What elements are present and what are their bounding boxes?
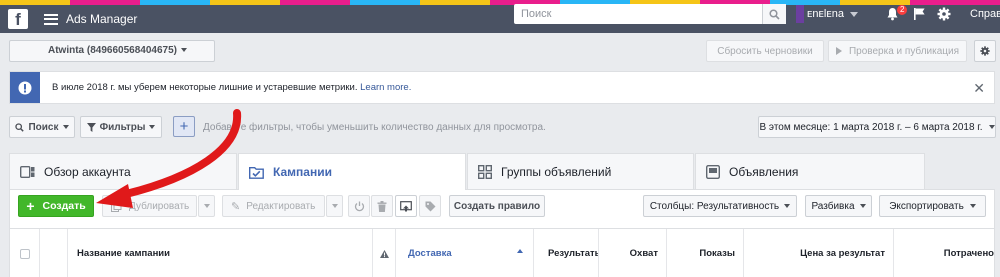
column-warnings[interactable] (373, 229, 396, 277)
review-publish-label: Проверка и публикация (848, 45, 960, 57)
delete-button[interactable] (371, 195, 393, 217)
settings-button[interactable] (974, 40, 996, 62)
avatar (796, 5, 804, 23)
select-all-checkbox[interactable] (19, 248, 30, 259)
ad-icon (706, 164, 720, 179)
edit-dropdown[interactable] (326, 195, 343, 217)
tab-label: Объявления (729, 164, 799, 179)
tab-label: Обзор аккаунта (44, 164, 131, 179)
help-link[interactable]: Справ (970, 8, 1000, 20)
pencil-icon: ✎ (231, 200, 241, 213)
filters-label: Фильтры (99, 121, 146, 133)
tab-label: Группы объявлений (501, 164, 612, 179)
search-filter-button[interactable]: Поиск (9, 116, 75, 138)
duplicate-button[interactable]: Дублировать (102, 195, 197, 217)
breakdown-label: Разбивка (811, 200, 855, 212)
grid-icon (478, 164, 492, 179)
column-results[interactable]: Результаты (534, 229, 599, 277)
tab-label: Кампании (273, 165, 332, 179)
edit-label: Редактировать (246, 200, 316, 212)
account-selector[interactable]: Atwinta (849660568404675) (9, 40, 215, 62)
export-button[interactable]: Экспортировать (879, 195, 986, 217)
column-delivery-label: Доставка (408, 248, 452, 259)
filters-button[interactable]: Фильтры (80, 116, 162, 138)
gear-icon (980, 46, 990, 56)
column-amount-spent[interactable]: Потрачено (894, 229, 994, 277)
status-column (40, 229, 68, 277)
date-range-label: В этом месяце: 1 марта 2018 г. – 6 марта… (759, 121, 983, 133)
tab-account-overview[interactable]: Обзор аккаунта (9, 153, 237, 189)
edit-button[interactable]: ✎ Редактировать (222, 195, 325, 217)
sort-ascending-icon (517, 249, 523, 253)
search-icon (769, 8, 780, 20)
notice-message: В июле 2018 г. мы уберем некоторые лишни… (52, 82, 358, 93)
breakdown-selector[interactable]: Разбивка (805, 195, 872, 217)
plus-icon: + (26, 198, 35, 214)
column-reach[interactable]: Охват (599, 229, 667, 277)
column-campaign-name[interactable]: Название кампании (68, 229, 373, 277)
column-delivery[interactable]: Доставка (396, 229, 534, 277)
trash-icon (377, 200, 387, 212)
tag-button[interactable] (419, 195, 441, 217)
learn-more-link[interactable]: Learn more. (360, 82, 411, 93)
facebook-logo-icon[interactable]: f (8, 9, 28, 29)
create-label: Создать (42, 200, 86, 212)
play-icon (835, 47, 842, 55)
notice-text: В июле 2018 г. мы уберем некоторые лишни… (52, 82, 411, 93)
columns-label: Столбцы: Результативность (649, 200, 780, 212)
create-rule-button[interactable]: Создать правило (449, 195, 545, 217)
tab-ads[interactable]: Объявления (695, 153, 925, 189)
chevron-down-icon (859, 204, 866, 208)
hamburger-menu-icon[interactable] (44, 13, 58, 25)
search-button[interactable] (762, 4, 786, 24)
create-button[interactable]: + Создать (18, 195, 94, 217)
column-cost-per-result[interactable]: Цена за результат (744, 229, 894, 277)
chevron-down-icon (988, 125, 995, 129)
review-publish-button[interactable]: Проверка и публикация (828, 40, 967, 62)
info-icon (10, 72, 40, 103)
power-icon (354, 201, 364, 211)
export-label: Экспортировать (889, 200, 964, 212)
date-range-selector[interactable]: В этом месяце: 1 марта 2018 г. – 6 марта… (758, 116, 996, 138)
preview-icon (400, 200, 412, 211)
warning-icon (379, 249, 389, 258)
chevron-down-icon (203, 204, 210, 208)
chevron-down-icon (62, 125, 69, 129)
preview-button[interactable] (395, 195, 417, 217)
close-icon[interactable]: ✕ (973, 81, 985, 95)
tag-icon (425, 201, 435, 211)
duplicate-icon (111, 200, 122, 212)
funnel-icon (86, 122, 96, 132)
chevron-down-icon (969, 204, 976, 208)
account-overview-icon (20, 165, 35, 178)
chevron-down-icon (180, 48, 187, 53)
discard-drafts-button[interactable]: Сбросить черновики (706, 40, 824, 62)
gear-icon[interactable] (937, 7, 951, 21)
add-filter-button[interactable]: + (173, 116, 195, 137)
user-name: ᴇnᴇlᴇna (807, 8, 844, 20)
chevron-down-icon (849, 11, 858, 17)
column-impressions[interactable]: Показы (667, 229, 744, 277)
tab-campaigns[interactable]: Кампании (238, 153, 466, 190)
filter-hint-text: Добавьте фильтры, чтобы уменьшить количе… (203, 122, 546, 133)
chevron-down-icon (784, 204, 791, 208)
chevron-down-icon (149, 125, 156, 129)
user-menu[interactable]: ᴇnᴇlᴇna (796, 4, 858, 24)
account-name: Atwinta (849660568404675) (48, 45, 177, 56)
search-icon (15, 122, 25, 132)
tab-ad-sets[interactable]: Группы объявлений (467, 153, 694, 189)
columns-selector[interactable]: Столбцы: Результативность (643, 195, 797, 217)
duplicate-label: Дублировать (129, 200, 190, 212)
search-input[interactable]: Поиск (514, 4, 762, 24)
folder-check-icon (249, 166, 264, 179)
info-notice: В июле 2018 г. мы уберем некоторые лишни… (9, 71, 995, 104)
duplicate-dropdown[interactable] (198, 195, 215, 217)
select-all-cell (10, 229, 40, 277)
search-filter-label: Поиск (28, 121, 59, 133)
campaigns-table-header: Название кампании Доставка Результаты Ох… (10, 228, 994, 277)
power-toggle-button[interactable] (348, 195, 370, 217)
app-title: Ads Manager (66, 12, 138, 26)
chevron-down-icon (331, 204, 338, 208)
flag-icon[interactable] (913, 7, 926, 21)
